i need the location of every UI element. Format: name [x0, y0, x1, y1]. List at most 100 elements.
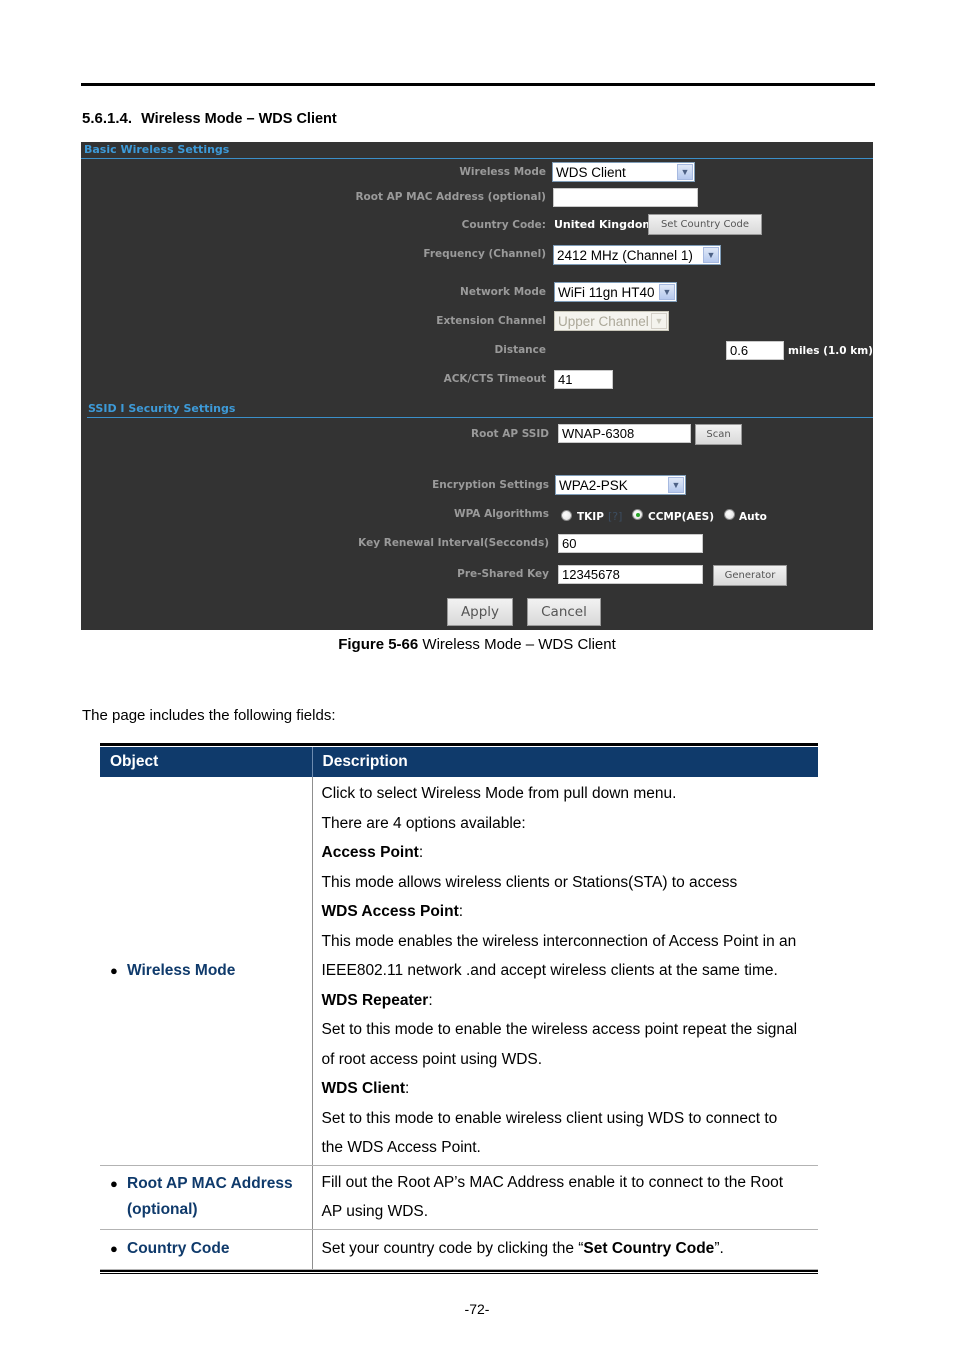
- page-number: -72-: [464, 1301, 490, 1317]
- network-mode-select[interactable]: WiFi 11gn HT40 ▼: [554, 282, 677, 302]
- line-text: :: [428, 991, 433, 1009]
- description-cell: Fill out the Root AP’s MAC Address enabl…: [312, 1165, 818, 1230]
- option-heading: WDS Repeater:: [322, 986, 810, 1016]
- intro-text: The page includes the following fields:: [82, 707, 336, 724]
- root-ssid-label: Root AP SSID: [471, 428, 549, 440]
- object-name: Wireless Mode: [127, 961, 236, 979]
- ssid-security-settings-title: SSID I Security Settings: [88, 402, 236, 415]
- line-text: Click to select Wireless Mode from pull …: [321, 785, 677, 802]
- wireless-mode-label: Wireless Mode: [459, 166, 546, 178]
- option-name: WDS Access Point: [321, 903, 459, 920]
- psk-input[interactable]: 12345678: [558, 565, 703, 584]
- description-text: Click to select Wireless Mode from pull …: [322, 779, 810, 809]
- chevron-down-icon: ▼: [651, 313, 667, 329]
- section-heading: 5.6.1.4. Wireless Mode – WDS Client: [82, 110, 337, 127]
- key-renewal-input[interactable]: 60: [558, 534, 703, 553]
- description-bold: Set Country Code: [583, 1240, 715, 1258]
- distance-input[interactable]: 0.6: [726, 341, 784, 360]
- country-code-value: United Kingdom: [554, 218, 654, 231]
- auto-label: Auto: [739, 511, 767, 523]
- description-text: IEEE802.11 network .and accept wireless …: [322, 956, 810, 986]
- header-object: Object: [100, 747, 313, 777]
- chevron-down-icon[interactable]: ▼: [703, 247, 719, 263]
- object-cell: ● Wireless Mode: [100, 777, 313, 1166]
- description-text: AP using WDS.: [321, 1203, 429, 1220]
- bullet-icon: ●: [110, 1241, 118, 1256]
- apply-button[interactable]: Apply: [447, 598, 513, 626]
- object-cell: ● Country Code: [100, 1229, 313, 1270]
- line-text: This mode enables the wireless interconn…: [321, 932, 797, 950]
- ccmp-aes-radio[interactable]: [632, 509, 643, 520]
- object-name: Root AP MAC Address: [127, 1175, 293, 1192]
- page-top-rule: [81, 83, 875, 86]
- table-row: ● Wireless Mode Click to select Wireless …: [100, 777, 818, 1166]
- frequency-label: Frequency (Channel): [423, 248, 546, 260]
- line-text: Set to this mode to enable the wireless …: [321, 1021, 798, 1038]
- ack-timeout-input[interactable]: 41: [554, 370, 613, 389]
- wireless-mode-value: WDS Client: [556, 165, 626, 180]
- description-cell: Click to select Wireless Mode from pull …: [312, 777, 818, 1166]
- section-title: Wireless Mode – WDS Client: [141, 111, 337, 127]
- extension-channel-select: Upper Channel ▼: [554, 311, 669, 331]
- option-heading: Access Point:: [322, 838, 810, 868]
- tkip-radio[interactable]: [561, 510, 572, 521]
- line-text: of root access point using WDS.: [321, 1050, 543, 1068]
- set-country-code-button[interactable]: Set Country Code: [648, 214, 762, 235]
- auto-radio[interactable]: [724, 509, 735, 520]
- country-code-label: Country Code:: [461, 219, 546, 231]
- description-text: Fill out the Root AP’s MAC Address enabl…: [321, 1173, 784, 1191]
- chevron-down-icon[interactable]: ▼: [659, 284, 675, 300]
- scan-button[interactable]: Scan: [695, 424, 742, 445]
- wireless-settings-panel: Basic Wireless Settings Wireless Mode WD…: [81, 142, 873, 630]
- table-row: ● Root AP MAC Address (optional) Fill out…: [100, 1165, 818, 1230]
- ccmp-aes-label: CCMP(AES): [648, 511, 715, 523]
- root-mac-label: Root AP MAC Address (optional): [355, 191, 546, 203]
- chevron-down-icon[interactable]: ▼: [677, 164, 693, 180]
- line-text: :: [405, 1080, 410, 1097]
- network-mode-value: WiFi 11gn HT40: [558, 285, 655, 300]
- line-text: :: [458, 903, 464, 920]
- psk-label: Pre-Shared Key: [457, 568, 549, 580]
- extension-channel-label: Extension Channel: [436, 315, 546, 327]
- description-text: Set to this mode to enable the wireless …: [322, 1015, 810, 1045]
- encryption-select[interactable]: WPA2-PSK ▼: [555, 475, 686, 495]
- description-text: of root access point using WDS.: [322, 1045, 810, 1075]
- description-text: ”.: [714, 1240, 724, 1258]
- root-mac-input[interactable]: [553, 188, 698, 207]
- option-name: WDS Repeater: [321, 991, 429, 1009]
- key-renewal-label: Key Renewal Interval(Secconds): [358, 537, 549, 549]
- encryption-label: Encryption Settings: [432, 479, 549, 491]
- description-text: Set your country code by clicking the “: [321, 1240, 584, 1258]
- frequency-select[interactable]: 2412 MHz (Channel 1) ▼: [553, 245, 721, 265]
- distance-label: Distance: [494, 344, 547, 356]
- description-text: This mode enables the wireless interconn…: [322, 927, 810, 957]
- table-top-rule: [100, 743, 818, 746]
- description-cell: Set your country code by clicking the “S…: [312, 1229, 818, 1270]
- chevron-down-icon[interactable]: ▼: [668, 477, 684, 493]
- line-text: There are 4 options available:: [321, 814, 526, 832]
- wpa-algorithms-label: WPA Algorithms: [453, 508, 549, 520]
- tkip-label: TKIP: [577, 511, 604, 523]
- option-name: Access Point: [321, 844, 419, 861]
- table-bottom-rule: [100, 1270, 818, 1274]
- generator-button[interactable]: Generator: [713, 565, 787, 586]
- line-text: IEEE802.11 network .and accept wireless …: [321, 962, 778, 979]
- figure-title: Wireless Mode – WDS Client: [422, 636, 616, 653]
- line-text: Set to this mode to enable wireless clie…: [321, 1109, 778, 1127]
- frequency-value: 2412 MHz (Channel 1): [557, 248, 693, 263]
- network-mode-label: Network Mode: [460, 286, 546, 298]
- figure-caption: Figure 5-66 Wireless Mode – WDS Client: [0, 636, 954, 653]
- distance-unit: miles (1.0 km): [788, 345, 873, 357]
- description-text: the WDS Access Point.: [322, 1133, 810, 1163]
- bullet-icon: ●: [110, 962, 118, 978]
- cancel-button[interactable]: Cancel: [527, 598, 601, 626]
- object-name-continued: (optional): [127, 1201, 198, 1218]
- wireless-mode-select[interactable]: WDS Client ▼: [552, 162, 695, 182]
- bullet-icon: ●: [110, 1176, 118, 1191]
- help-link[interactable]: [?]: [608, 510, 622, 523]
- option-heading: WDS Access Point:: [322, 897, 810, 927]
- object-name: Country Code: [127, 1240, 230, 1257]
- figure-label: Figure 5-66: [338, 636, 419, 653]
- root-ssid-input[interactable]: WNAP-6308: [558, 424, 691, 443]
- option-heading: WDS Client:: [322, 1074, 810, 1104]
